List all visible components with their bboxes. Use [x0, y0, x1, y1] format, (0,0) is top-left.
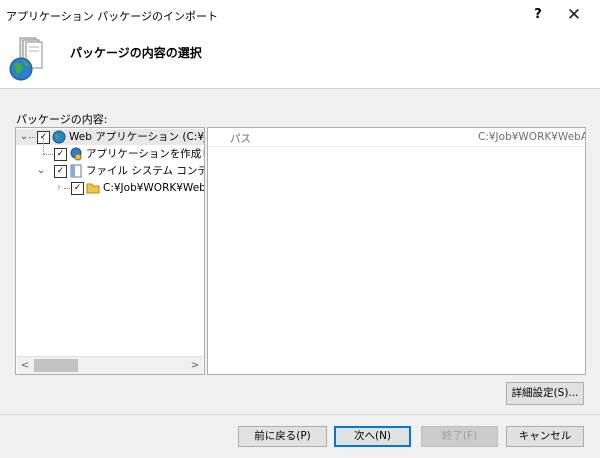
- horizontal-scrollbar[interactable]: < >: [17, 356, 203, 374]
- chevron-down-icon[interactable]: ⌄: [36, 163, 46, 179]
- window-title: アプリケーション パッケージのインポート: [6, 10, 219, 23]
- tree-connector: [43, 138, 44, 154]
- tree-item-create-application[interactable]: ✓ アプリケーションを作成します: [16, 138, 204, 162]
- tree-item-file-system-content[interactable]: ⌄ ✓ ファイル システム コンテンツ (C:¥Job¥WORK¥WebApp): [16, 163, 204, 179]
- title-bar: アプリケーション パッケージのインポート ? ✕: [0, 0, 600, 30]
- tree-item-label: アプリケーションを作成します: [86, 148, 204, 160]
- tree-item-label: Web アプリケーション (C:¥Job¥WORK¥WebApp): [69, 131, 205, 143]
- chevron-right-icon[interactable]: ›: [54, 180, 64, 196]
- chevron-down-icon[interactable]: ⌄: [19, 129, 29, 145]
- detail-row: パス C:¥Job¥WORK¥WebApp: [208, 128, 585, 147]
- package-contents-label: パッケージの内容:: [16, 113, 108, 126]
- package-contents-tree[interactable]: ⌄ ✓ Web アプリケーション (C:¥Job¥WORK¥WebApp) ✓ …: [15, 127, 205, 375]
- tree-connector: [64, 188, 70, 189]
- scroll-right-button[interactable]: >: [187, 357, 203, 374]
- wizard-header: パッケージの内容の選択: [0, 30, 600, 89]
- page-title: パッケージの内容の選択: [70, 46, 202, 60]
- tree-item-web-application[interactable]: ⌄ ✓ Web アプリケーション (C:¥Job¥WORK¥WebApp): [16, 129, 204, 145]
- advanced-settings-button[interactable]: 詳細設定(S)...: [506, 382, 584, 405]
- scroll-thumb[interactable]: [34, 359, 78, 372]
- back-button[interactable]: 前に戻る(P): [238, 426, 327, 447]
- checkbox[interactable]: ✓: [54, 148, 67, 161]
- help-button[interactable]: ?: [528, 5, 548, 25]
- divider: [0, 414, 600, 415]
- tree-item-label: C:¥Job¥WORK¥WebApp: [103, 182, 205, 194]
- next-button[interactable]: 次へ(N): [334, 426, 411, 447]
- finish-button[interactable]: 終了(F): [421, 426, 498, 447]
- close-button[interactable]: ✕: [562, 4, 586, 26]
- tree-item-label: ファイル システム コンテンツ (C:¥Job¥WORK¥WebApp): [86, 165, 204, 177]
- checkbox[interactable]: ✓: [71, 182, 84, 195]
- tree-connector: [43, 154, 53, 155]
- scroll-left-button[interactable]: <: [17, 357, 33, 374]
- details-grid: パス C:¥Job¥WORK¥WebApp: [207, 127, 586, 375]
- app-gear-icon: [70, 147, 82, 161]
- detail-value: C:¥Job¥WORK¥WebApp: [478, 131, 585, 143]
- tree-item-folder[interactable]: › ✓ C:¥Job¥WORK¥WebApp: [16, 180, 204, 196]
- globe-icon: [52, 130, 66, 144]
- folder-icon: [86, 183, 100, 194]
- detail-key: パス: [230, 133, 251, 145]
- cancel-button[interactable]: キャンセル: [506, 426, 584, 447]
- package-globe-icon: [9, 37, 43, 81]
- file-system-icon: [70, 164, 82, 178]
- checkbox[interactable]: ✓: [54, 165, 67, 178]
- tree-connector: [29, 137, 35, 138]
